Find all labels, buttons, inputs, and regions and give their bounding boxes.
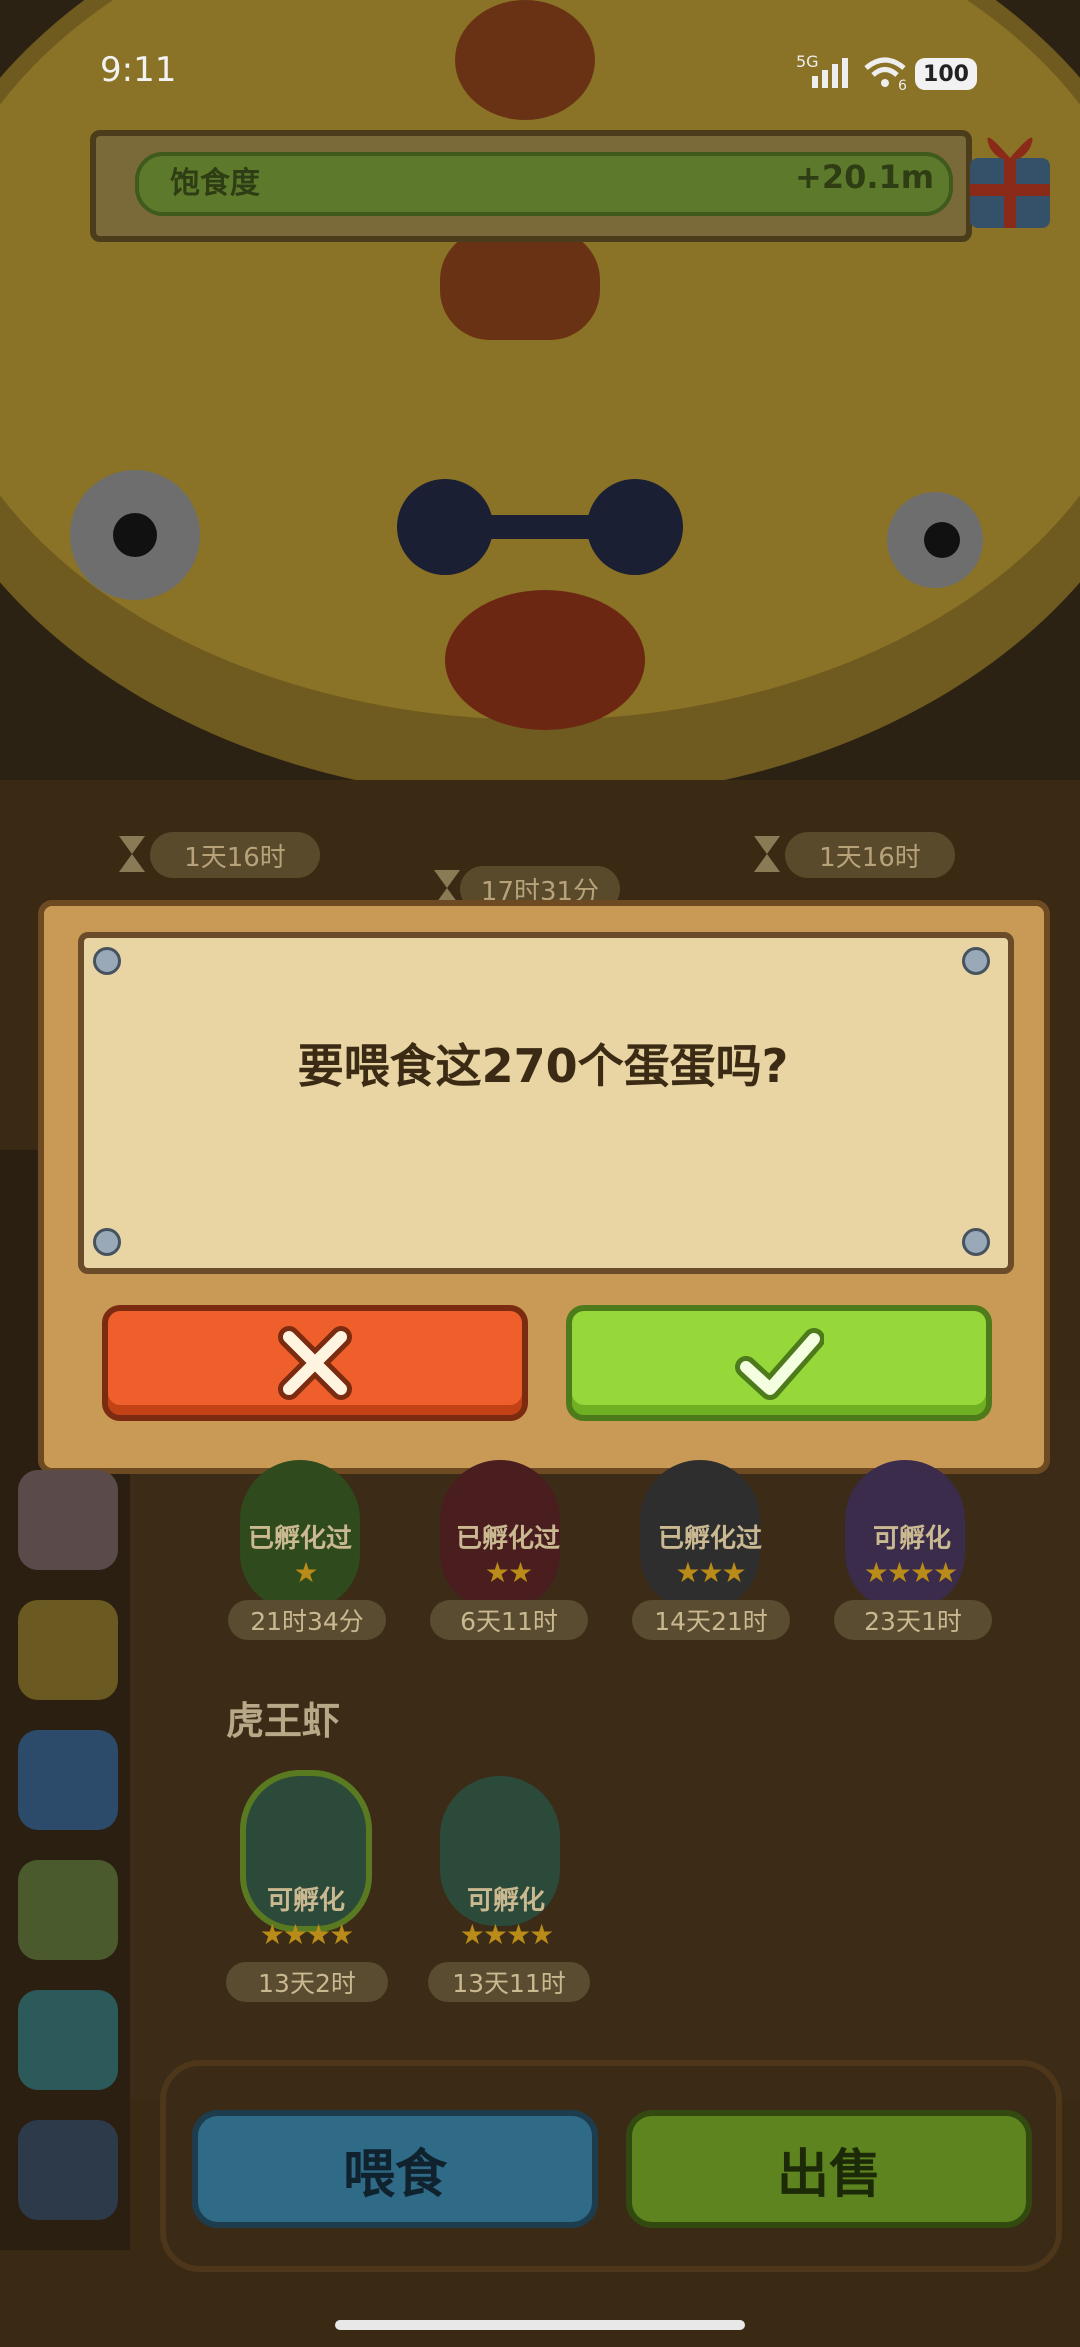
sidebar-creature-icon[interactable] bbox=[18, 1730, 118, 1830]
egg-time: 13天2时 bbox=[226, 1962, 388, 2002]
egg-time: 6天11时 bbox=[430, 1600, 588, 1640]
bolt-icon bbox=[962, 1228, 990, 1256]
signal-icon bbox=[812, 58, 848, 88]
egg-status: 可孵化 bbox=[466, 1886, 545, 1916]
feed-button[interactable]: 喂食 bbox=[192, 2110, 598, 2228]
egg-stars: ★★★★ bbox=[863, 1556, 958, 1589]
egg-status: 已孵化过 bbox=[657, 1524, 762, 1554]
close-icon bbox=[278, 1326, 352, 1400]
egg-time: 21时34分 bbox=[228, 1600, 386, 1640]
sidebar-creature-icon[interactable] bbox=[18, 1860, 118, 1960]
egg-status: 已孵化过 bbox=[247, 1524, 352, 1554]
bolt-icon bbox=[93, 947, 121, 975]
hourglass-icon bbox=[119, 836, 145, 872]
status-time: 9:11 bbox=[100, 50, 177, 90]
dialog-message: 要喂食这270个蛋蛋吗? bbox=[297, 1039, 789, 1093]
timer-pill: 1天16时 bbox=[150, 832, 320, 878]
home-indicator[interactable] bbox=[335, 2320, 745, 2330]
sidebar-creature-icon[interactable] bbox=[18, 1990, 118, 2090]
egg-stars: ★★★★ bbox=[259, 1918, 354, 1951]
bolt-icon bbox=[93, 1228, 121, 1256]
hourglass-icon bbox=[754, 836, 780, 872]
egg-status: 可孵化 bbox=[872, 1524, 951, 1554]
check-icon bbox=[735, 1328, 824, 1400]
bolt-icon bbox=[962, 947, 990, 975]
timer-pill: 1天16时 bbox=[785, 832, 955, 878]
egg-status: 可孵化 bbox=[266, 1886, 345, 1916]
egg-time: 13天11时 bbox=[428, 1962, 590, 2002]
sell-button[interactable]: 出售 bbox=[626, 2110, 1032, 2228]
sidebar-creature-icon[interactable] bbox=[18, 1470, 118, 1570]
species-title: 虎王虾 bbox=[226, 1699, 341, 1743]
sidebar-creature-icon[interactable] bbox=[18, 1600, 118, 1700]
sidebar-creature-icon[interactable] bbox=[18, 2120, 118, 2220]
egg-status: 已孵化过 bbox=[455, 1524, 560, 1554]
dialog-message-panel bbox=[78, 932, 1014, 1274]
confirm-button[interactable] bbox=[566, 1305, 992, 1421]
egg-time: 23天1时 bbox=[834, 1600, 992, 1640]
satiety-value: +20.1m bbox=[795, 158, 935, 196]
egg-stars: ★★★★ bbox=[459, 1918, 554, 1951]
satiety-label: 饱食度 bbox=[170, 166, 260, 201]
wifi-level: 6 bbox=[898, 78, 907, 94]
egg-time: 14天21时 bbox=[632, 1600, 790, 1640]
battery-indicator: 100 bbox=[915, 58, 977, 90]
egg-stars: ★★ bbox=[484, 1556, 533, 1589]
cancel-button[interactable] bbox=[102, 1305, 528, 1421]
gift-icon[interactable] bbox=[960, 118, 1060, 238]
egg-stars: ★★★ bbox=[675, 1556, 746, 1589]
egg-stars: ★ bbox=[293, 1556, 318, 1589]
